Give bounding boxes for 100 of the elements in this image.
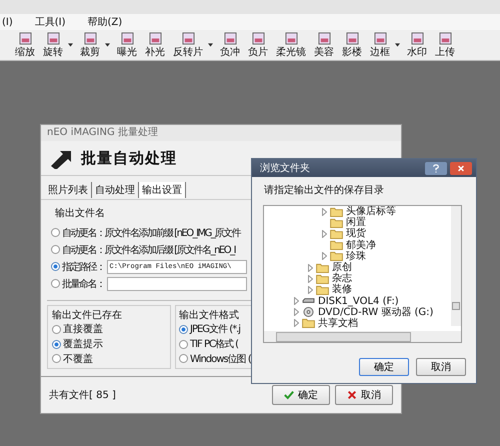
tree-item[interactable]: 现货 [346,228,366,240]
folder-icon [330,228,343,239]
scrollbar[interactable] [264,331,461,342]
picture-icon [438,32,452,44]
option-label: 指定路径： [62,260,104,274]
toolbar-button[interactable]: 缩放 [12,32,38,58]
file-count: 共有文件[ 85 ] [49,388,116,402]
folder-icon [302,318,315,328]
tree-item[interactable]: 头像店标等 [346,206,396,218]
window-title: 浏览文件夹 [260,162,311,175]
folder-icon [316,284,329,295]
folder-icon [316,274,329,284]
scrollbar[interactable] [451,206,461,326]
menu-item[interactable]: (I) [2,16,13,28]
option-label: 自动更名：原文件名添加前缀 [nEO_IMG_原文件 [62,226,240,240]
toolbar-button[interactable]: 负片 [245,32,271,58]
folder-icon [330,240,343,250]
radio-button[interactable] [52,324,61,334]
dialog-button[interactable]: 取消 [416,358,466,376]
option-label: 批量命名： [62,278,104,290]
toolbar-button[interactable]: 反转片 [170,32,206,58]
toolbar-button[interactable]: 上传 [432,32,458,58]
tree-item[interactable]: 珍珠 [346,250,366,262]
expand-icon[interactable] [294,319,299,328]
disc-icon [302,307,315,318]
caret-icon[interactable] [208,43,213,47]
tab[interactable]: 照片列表 [45,182,92,198]
radio-button[interactable] [179,354,188,364]
picture-icon [120,32,134,44]
tree-item[interactable]: DISK1_VOL4 (F:) [318,296,399,307]
toolbar-button[interactable]: 裁剪 [77,32,103,58]
folder-icon [330,206,343,217]
picture-icon [252,32,264,44]
expand-icon[interactable] [308,286,313,294]
radio-button[interactable] [179,324,188,334]
group-label: 输出文件名 [55,206,105,220]
expand-icon[interactable] [308,274,313,283]
picture-icon [284,32,298,44]
menu-item[interactable]: 工具(I) [34,15,66,29]
caret-icon[interactable] [395,43,400,47]
tree-item[interactable]: DVD/CD-RW 驱动器 (G:) [318,306,434,318]
toolbar-button[interactable]: 旋转 [40,32,66,58]
tree-item[interactable]: 装修 [332,284,352,296]
expand-icon[interactable] [308,264,313,272]
toolbar-button[interactable]: 负冲 [217,32,243,58]
toolbar-button[interactable]: 水印 [404,32,430,58]
toolbar-button[interactable]: 柔光镜 [273,32,309,58]
close-button[interactable] [450,162,472,174]
toolbar-button[interactable]: 边框 [367,32,393,58]
toolbar-button[interactable]: 补光 [142,32,168,58]
dialog-button[interactable]: 确定 [359,358,409,376]
radio-button[interactable] [52,340,61,348]
input-field[interactable] [106,276,246,290]
radio-button[interactable] [179,340,188,348]
folder-icon [330,218,343,228]
radio-button[interactable] [51,245,60,254]
radio-button[interactable] [51,228,60,237]
radio-button[interactable] [52,354,61,364]
caret-icon[interactable] [68,43,73,47]
picture-icon [46,32,60,44]
option-label: 自动更名：原文件名添加后缀 [原文件名_nEO_I [62,244,236,256]
dialog-button[interactable]: 取消 [335,385,393,405]
tree-item[interactable]: 原创 [332,262,352,274]
radio-button[interactable] [51,279,60,288]
group-label: 输出文件格式 [179,308,239,322]
tree-item[interactable]: 杂志 [332,273,352,284]
toolbar-button[interactable]: 美容 [311,32,337,58]
caret-icon[interactable] [105,43,110,47]
toolbar-button[interactable]: 影楼 [339,32,365,58]
picture-icon [84,32,96,44]
expand-icon[interactable] [322,230,327,238]
tree-item[interactable]: 闲置 [346,217,366,228]
toolbar-button[interactable]: 曝光 [114,32,140,58]
picture-icon [148,32,162,44]
option-label: 不覆盖 [63,352,93,366]
folder-icon [316,262,329,273]
close-icon [347,390,357,400]
window-title: nEO iMAGING 批量处理 [41,125,401,141]
dialog-button[interactable]: 确定 [272,385,330,405]
option-label: JPEG文件 (*.j [190,322,240,336]
menu-item[interactable]: 帮助(Z) [88,15,122,29]
option-label: TIF PC格式 ( [190,338,238,351]
picture-icon [346,32,358,44]
expand-icon[interactable] [322,208,327,216]
expand-icon[interactable] [322,252,327,260]
expand-icon[interactable] [294,297,299,306]
tree-item[interactable]: 郁美净 [346,240,376,251]
dialog-heading: 批量自动处理 [81,148,177,168]
picture-icon [18,32,32,44]
option-label: 覆盖提示 [63,338,103,351]
picture-icon [318,32,330,44]
picture-icon [374,32,386,44]
option-label: 直接覆盖 [63,322,103,336]
radio-button[interactable] [51,262,60,271]
tab[interactable]: 输出设置 [139,182,186,198]
tree-item[interactable]: 共享文档 [318,318,358,329]
help-button[interactable] [425,162,447,174]
expand-icon[interactable] [294,308,299,316]
picture-icon [410,32,424,44]
group-label: 输出文件已存在 [52,308,122,322]
